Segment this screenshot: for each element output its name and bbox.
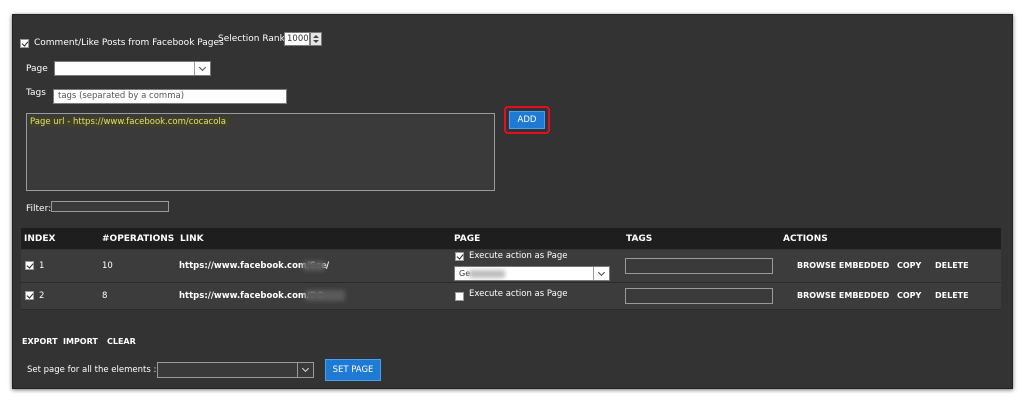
copy-button[interactable]: COPY — [897, 261, 921, 270]
header-tags: TAGS — [626, 234, 653, 244]
row-select-checkbox[interactable] — [25, 261, 34, 270]
add-button[interactable]: ADD — [509, 111, 545, 129]
page-url-textarea[interactable]: Page url - https://www.facebook.com/coca… — [26, 113, 495, 191]
header-link: LINK — [180, 234, 204, 244]
filter-label: Filter: — [26, 204, 52, 214]
redacted-link-part — [305, 290, 345, 301]
browse-embedded-button[interactable]: BROWSE EMBEDDED — [797, 291, 889, 300]
execute-as-page-label: Execute action as Page — [469, 289, 568, 299]
table-header: INDEX #OPERATIONS LINK PAGE TAGS ACTIONS — [21, 228, 1001, 249]
tags-label: Tags — [26, 88, 46, 98]
spinner-arrows-icon — [313, 35, 319, 43]
row-link[interactable]: https://www.facebook.com/DO — [179, 291, 324, 301]
chevron-down-icon[interactable] — [297, 363, 313, 377]
tags-placeholder: tags (separated by a comma) — [58, 91, 185, 101]
browse-embedded-button[interactable]: BROWSE EMBEDDED — [797, 261, 889, 270]
chevron-down-icon[interactable] — [593, 267, 609, 280]
header-index: INDEX — [24, 234, 56, 244]
row-operations: 8 — [102, 291, 108, 301]
chevron-down-icon[interactable] — [194, 62, 210, 75]
row-operations: 10 — [102, 261, 113, 271]
redacted-page-name — [469, 270, 505, 278]
clear-button[interactable]: CLEAR — [107, 337, 136, 346]
row-tags-input[interactable] — [625, 258, 773, 274]
selection-rank-label: Selection Rank — [218, 34, 285, 44]
header-actions: ACTIONS — [783, 234, 828, 244]
page-select[interactable] — [54, 61, 211, 76]
selection-rank-spinner[interactable] — [310, 32, 322, 46]
row-index: 2 — [39, 291, 45, 301]
tags-input[interactable]: tags (separated by a comma) — [53, 89, 287, 104]
row-page-select[interactable]: Ge — [454, 266, 610, 281]
header-page: PAGE — [454, 234, 481, 244]
redacted-link-part — [303, 261, 325, 271]
export-button[interactable]: EXPORT — [22, 337, 58, 346]
page-url-text: Page url - https://www.facebook.com/coca… — [29, 117, 229, 127]
delete-button[interactable]: DELETE — [935, 291, 969, 300]
execute-as-page-label: Execute action as Page — [469, 251, 568, 261]
table-row: 1 10 https://www.facebook.com/Sce / Exec… — [21, 250, 1001, 283]
selection-rank-value: 1000 — [287, 34, 309, 44]
comment-like-checkbox[interactable] — [20, 39, 29, 48]
copy-button[interactable]: COPY — [897, 291, 921, 300]
row-index: 1 — [39, 261, 45, 271]
selection-rank-input[interactable]: 1000 — [284, 32, 310, 46]
table-row: 2 8 https://www.facebook.com/DO Execute … — [21, 283, 1001, 310]
row-link-suffix: / — [326, 261, 330, 271]
set-page-select[interactable] — [157, 362, 314, 378]
header-operations: #OPERATIONS — [102, 234, 175, 244]
facebook-pages-panel: Comment/Like Posts from Facebook Pages S… — [12, 14, 1013, 389]
comment-like-label: Comment/Like Posts from Facebook Pages — [34, 38, 224, 48]
import-button[interactable]: IMPORT — [63, 337, 98, 346]
execute-as-page-checkbox[interactable] — [455, 252, 464, 261]
row-tags-input[interactable] — [625, 288, 773, 304]
execute-as-page-checkbox[interactable] — [455, 292, 464, 301]
set-page-button[interactable]: SET PAGE — [325, 359, 381, 381]
set-page-label: Set page for all the elements : — [27, 365, 157, 375]
delete-button[interactable]: DELETE — [935, 261, 969, 270]
page-label: Page — [26, 64, 48, 74]
row-select-checkbox[interactable] — [25, 291, 34, 300]
filter-input[interactable] — [51, 201, 169, 212]
